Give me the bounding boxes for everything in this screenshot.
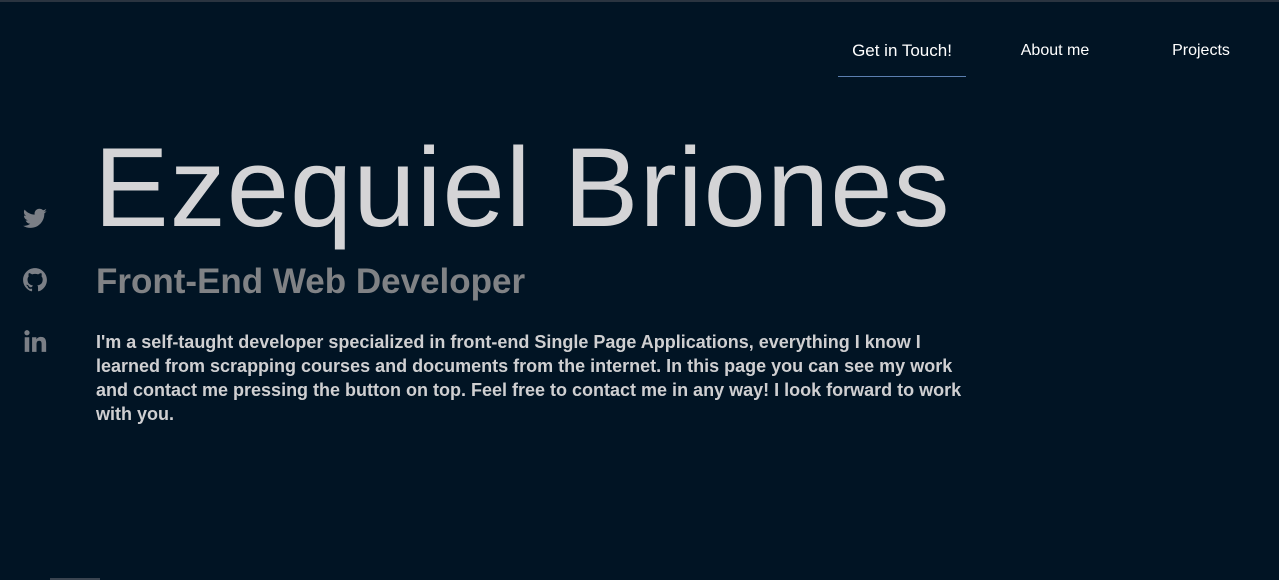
linkedin-link[interactable] — [22, 328, 50, 356]
hero-name: Ezequiel Briones — [94, 125, 951, 250]
github-link[interactable] — [22, 267, 50, 295]
hero-bio: I'm a self-taught developer specialized … — [96, 332, 962, 424]
top-navigation: Get in Touch! About me Projects — [819, 26, 1279, 78]
nav-link-projects[interactable]: Projects — [1158, 26, 1244, 76]
github-icon — [23, 268, 47, 292]
hero-role: Front-End Web Developer — [96, 262, 526, 301]
linkedin-icon — [24, 330, 47, 352]
twitter-icon — [22, 208, 47, 228]
twitter-link[interactable] — [22, 206, 50, 234]
get-in-touch-button[interactable]: Get in Touch! — [838, 26, 966, 77]
nav-link-about[interactable]: About me — [1012, 26, 1098, 76]
